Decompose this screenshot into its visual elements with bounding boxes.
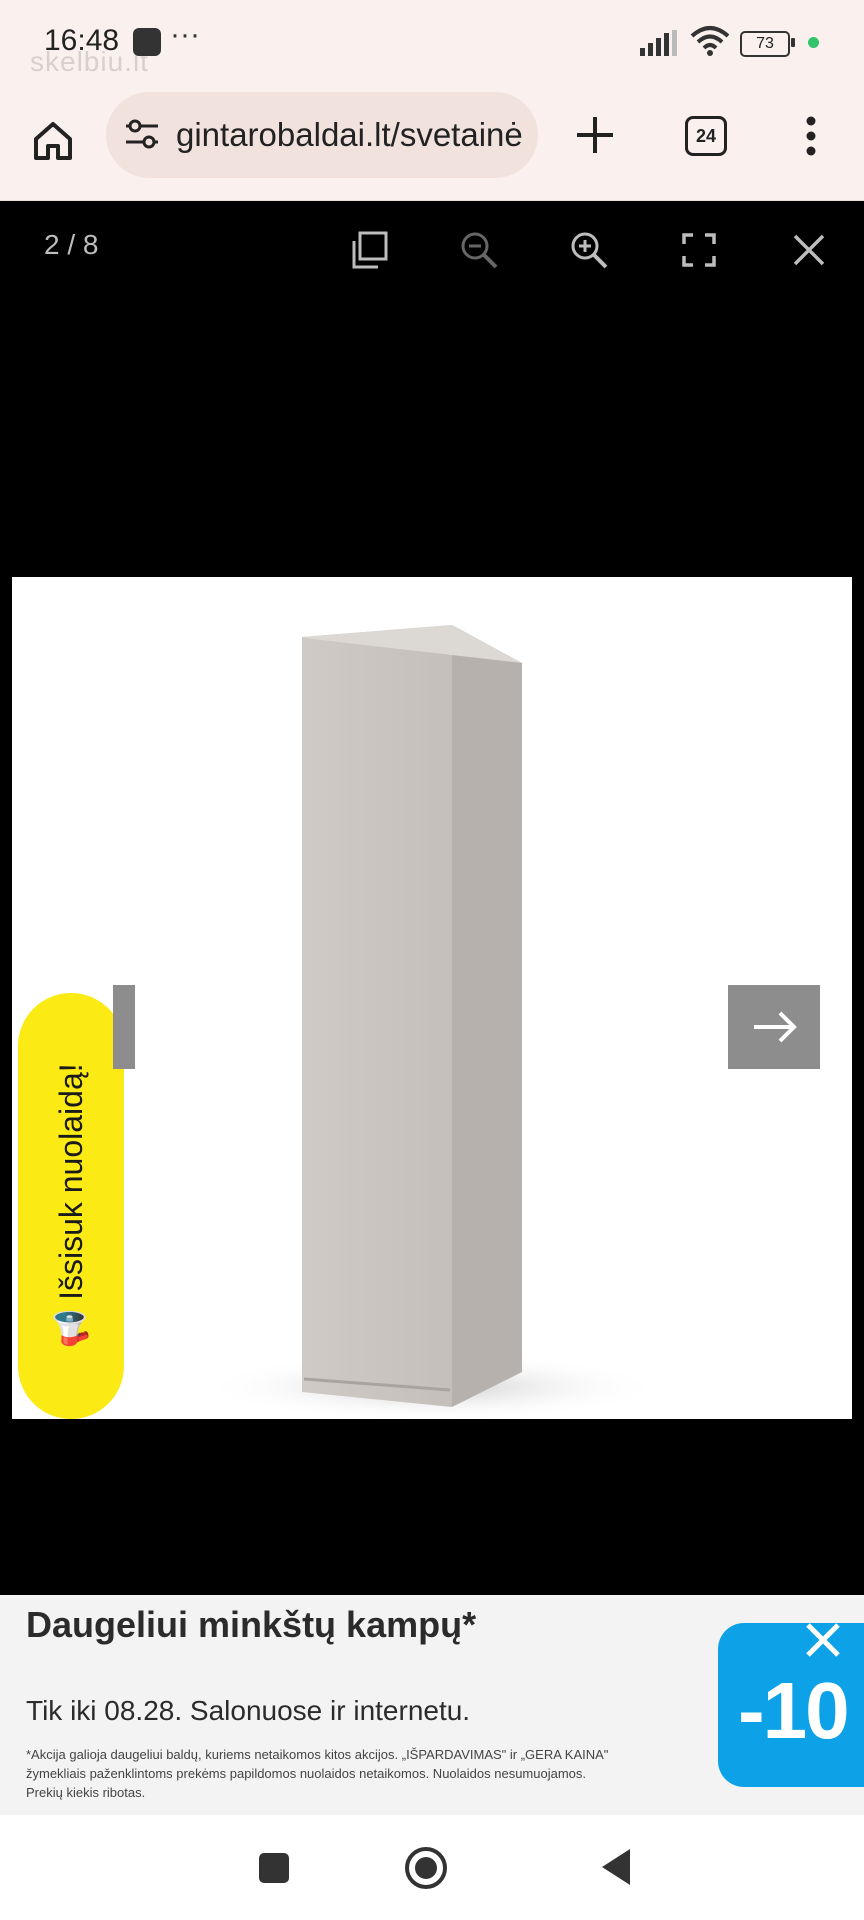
fullscreen-icon[interactable] — [676, 227, 722, 273]
close-icon[interactable] — [786, 227, 832, 273]
promo-label-text: Išsisuk nuolaidą! — [53, 1063, 89, 1300]
ad-fine-print: *Akcija galioja daugeliui baldų, kuriems… — [26, 1747, 609, 1800]
recents-icon[interactable] — [259, 1853, 289, 1883]
signal-icon — [640, 30, 677, 56]
status-bar: skelbiu.lt 16:48 ··· 73 — [0, 0, 864, 86]
address-bar[interactable]: gintarobaldai.lt/svetainė — [106, 92, 538, 178]
home-icon[interactable] — [30, 118, 76, 164]
arrow-right-icon — [754, 1011, 797, 1043]
zoom-in-icon[interactable] — [566, 227, 612, 273]
previous-image-button[interactable] — [113, 985, 135, 1069]
ad-close-icon[interactable] — [800, 1617, 846, 1663]
ad-subtitle: Tik iki 08.28. Salonuose ir internetu. — [26, 1695, 471, 1726]
tabs-icon[interactable]: 24 — [685, 116, 727, 156]
url-text: gintarobaldai.lt/svetainė — [176, 116, 523, 153]
back-icon[interactable] — [600, 1847, 634, 1887]
discount-promo-button[interactable]: 📢 Išsisuk nuolaidą! — [18, 993, 124, 1419]
new-tab-icon[interactable] — [574, 114, 616, 156]
home-circle-icon[interactable] — [404, 1846, 448, 1890]
image-counter: 2 / 8 — [44, 229, 99, 260]
battery-icon: 73 — [740, 31, 790, 57]
battery-tip — [791, 38, 795, 47]
ad-badge-text: -10 — [738, 1666, 850, 1755]
next-image-button[interactable] — [728, 985, 820, 1069]
promo-label: 📢 Išsisuk nuolaidą! — [52, 1016, 90, 1396]
status-more: ··· — [170, 18, 200, 51]
copy-icon[interactable] — [346, 227, 392, 273]
product-image — [12, 577, 852, 1419]
browser-toolbar: gintarobaldai.lt/svetainė 24 — [0, 86, 864, 201]
privacy-indicator-dot — [808, 37, 819, 48]
advertisement-banner[interactable]: Daugeliui minkštų kampų* Tik iki 08.28. … — [0, 1595, 864, 1815]
wardrobe-illustration — [202, 625, 662, 1419]
ad-title: Daugeliui minkštų kampų* — [26, 1604, 477, 1645]
megaphone-icon: 📢 — [53, 1308, 89, 1349]
wifi-icon — [690, 26, 730, 56]
image-viewer: 2 / 8 📢 Išsisuk nuolaidą! — [0, 201, 864, 1776]
site-settings-icon[interactable] — [124, 114, 160, 154]
menu-icon[interactable] — [806, 116, 816, 156]
status-time: 16:48 — [44, 24, 120, 57]
zoom-out-icon[interactable] — [456, 227, 502, 273]
notification-icon — [133, 28, 161, 56]
system-navigation-bar — [0, 1815, 864, 1920]
